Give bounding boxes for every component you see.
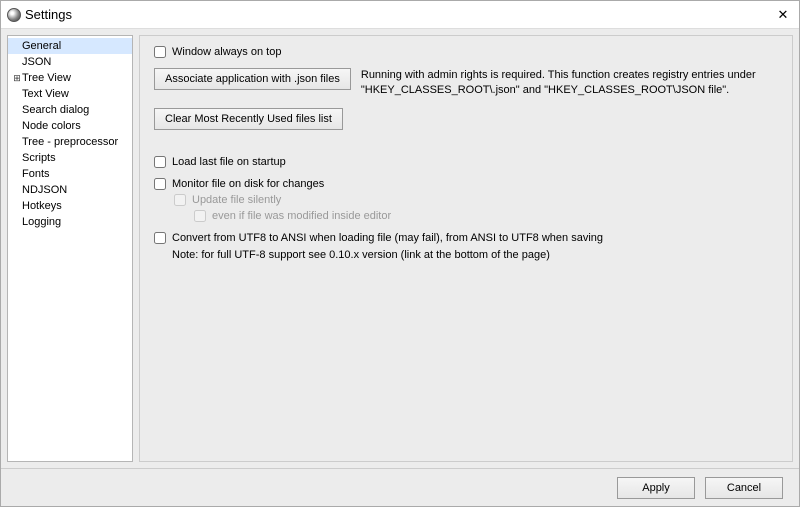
load-last-file-checkbox[interactable]: Load last file on startup [154, 156, 778, 168]
sidebar-item-general[interactable]: General [8, 38, 132, 54]
sidebar-item-label: NDJSON [22, 184, 67, 196]
sidebar-item-node-colors[interactable]: Node colors [8, 118, 132, 134]
sidebar-item-label: JSON [22, 56, 51, 68]
sidebar-item-hotkeys[interactable]: Hotkeys [8, 198, 132, 214]
sidebar-item-label: Text View [22, 88, 69, 100]
checkbox-label: Convert from UTF8 to ANSI when loading f… [172, 232, 603, 244]
apply-button[interactable]: Apply [617, 477, 695, 499]
always-on-top-input[interactable] [154, 46, 166, 58]
sidebar-item-search-dialog[interactable]: Search dialog [8, 102, 132, 118]
sidebar-item-scripts[interactable]: Scripts [8, 150, 132, 166]
cancel-button[interactable]: Cancel [705, 477, 783, 499]
sidebar-item-label: Tree View [22, 72, 71, 84]
app-icon [7, 8, 21, 22]
always-on-top-checkbox[interactable]: Window always on top [154, 46, 778, 58]
sidebar-item-label: Hotkeys [22, 200, 62, 212]
monitor-file-checkbox[interactable]: Monitor file on disk for changes [154, 178, 778, 190]
sidebar-item-tree-preprocessor[interactable]: Tree - preprocessor [8, 134, 132, 150]
sidebar-item-json[interactable]: JSON [8, 54, 132, 70]
convert-utf-checkbox[interactable]: Convert from UTF8 to ANSI when loading f… [154, 232, 778, 244]
sidebar-item-text-view[interactable]: Text View [8, 86, 132, 102]
checkbox-label: Load last file on startup [172, 156, 286, 168]
checkbox-label: even if file was modified inside editor [212, 210, 391, 222]
sidebar-item-label: Node colors [22, 120, 81, 132]
sidebar-item-label: Logging [22, 216, 61, 228]
dialog-body: General JSON ⊞Tree View Text View Search… [1, 29, 799, 468]
update-silently-input [174, 194, 186, 206]
update-silently-checkbox: Update file silently [174, 194, 778, 206]
sidebar-item-logging[interactable]: Logging [8, 214, 132, 230]
convert-utf-input[interactable] [154, 232, 166, 244]
checkbox-label: Monitor file on disk for changes [172, 178, 324, 190]
checkbox-label: Window always on top [172, 46, 281, 58]
settings-window: Settings ✕ General JSON ⊞Tree View Text … [0, 0, 800, 507]
load-last-file-input[interactable] [154, 156, 166, 168]
expand-icon[interactable]: ⊞ [12, 73, 22, 84]
monitor-file-input[interactable] [154, 178, 166, 190]
sidebar-item-label: Scripts [22, 152, 56, 164]
associate-note: Running with admin rights is required. T… [361, 68, 778, 98]
sidebar-item-label: General [22, 40, 61, 52]
sidebar-item-tree-view[interactable]: ⊞Tree View [8, 70, 132, 86]
sidebar-item-label: Search dialog [22, 104, 89, 116]
utf-note: Note: for full UTF-8 support see 0.10.x … [172, 248, 778, 263]
checkbox-label: Update file silently [192, 194, 281, 206]
dialog-footer: Apply Cancel [1, 468, 799, 506]
clear-mru-button[interactable]: Clear Most Recently Used files list [154, 108, 343, 130]
window-title: Settings [25, 7, 72, 22]
sidebar-item-label: Fonts [22, 168, 50, 180]
close-icon[interactable]: ✕ [773, 7, 793, 23]
associate-row: Associate application with .json files R… [154, 68, 778, 98]
sidebar-item-ndjson[interactable]: NDJSON [8, 182, 132, 198]
category-tree: General JSON ⊞Tree View Text View Search… [7, 35, 133, 462]
even-if-modified-checkbox: even if file was modified inside editor [194, 210, 778, 222]
sidebar-item-fonts[interactable]: Fonts [8, 166, 132, 182]
even-if-modified-input [194, 210, 206, 222]
associate-json-button[interactable]: Associate application with .json files [154, 68, 351, 90]
sidebar-item-label: Tree - preprocessor [22, 136, 118, 148]
settings-panel-general: Window always on top Associate applicati… [139, 35, 793, 462]
titlebar: Settings ✕ [1, 1, 799, 29]
